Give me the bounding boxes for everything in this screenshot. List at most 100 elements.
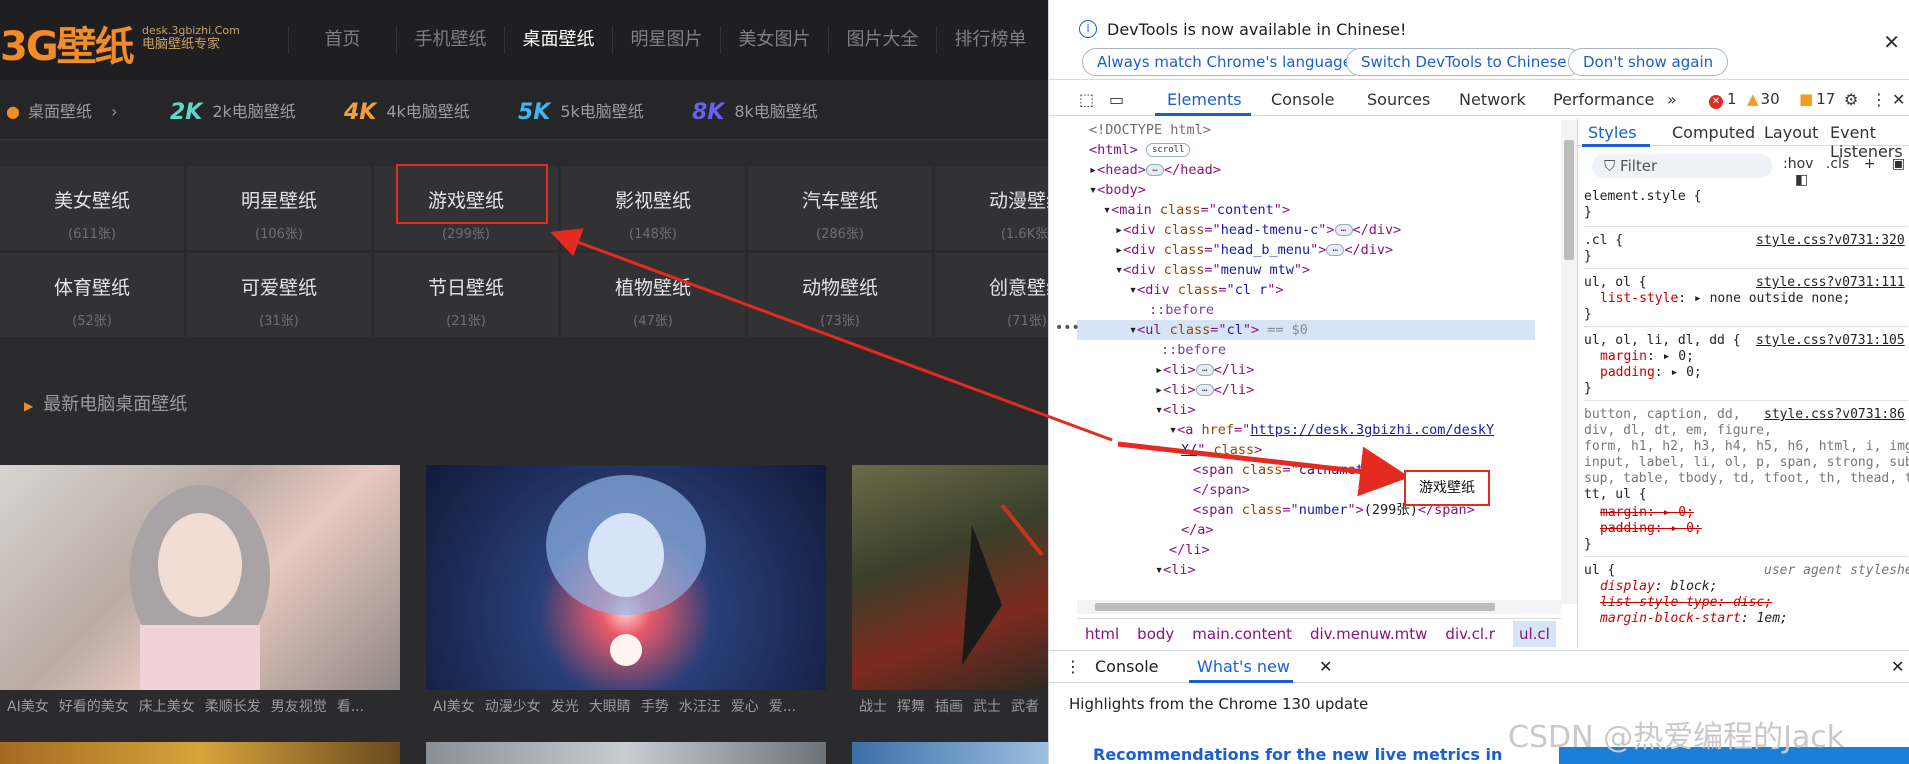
nav-beauty-images[interactable]: 美女图片 xyxy=(720,26,828,54)
collapse-arrow-icon[interactable]: ▾ xyxy=(1155,562,1163,578)
tab-elements[interactable]: Elements xyxy=(1167,90,1242,109)
device-toolbar-icon[interactable]: ▭ xyxy=(1109,90,1124,109)
wallpaper-card[interactable]: 战士 挥舞 插画 武士 武者 xyxy=(852,465,1048,725)
kebab-menu-icon[interactable]: ⋮ xyxy=(1871,90,1887,109)
drawer-menu-icon[interactable]: ⋮ xyxy=(1065,657,1081,676)
tag[interactable]: 水汪汪 xyxy=(679,699,721,715)
dom-line[interactable]: </a> xyxy=(1181,520,1214,540)
rule-selector[interactable]: element.style { xyxy=(1584,188,1701,205)
line-more-icon[interactable]: ••• xyxy=(1055,320,1080,336)
dom-line[interactable]: ▾<li> xyxy=(1155,400,1196,420)
collapse-arrow-icon[interactable]: ▾ xyxy=(1103,202,1111,218)
dom-line[interactable]: ▸<div class="head_b_menu">… </div> xyxy=(1115,240,1393,260)
dont-show-again-button[interactable]: Don't show again xyxy=(1568,48,1729,76)
category-tile[interactable]: 节日壁纸 (21张) xyxy=(374,253,558,337)
paint-icon[interactable]: ▣ xyxy=(1892,156,1905,172)
category-tile[interactable]: 体育壁纸 (52张) xyxy=(0,253,184,337)
error-count[interactable]: ✕ 1 xyxy=(1709,90,1737,109)
rule-selector[interactable]: ul { xyxy=(1584,562,1615,579)
site-logo[interactable]: 3G壁纸 xyxy=(0,14,135,72)
tab-layout[interactable]: Layout xyxy=(1764,123,1818,142)
tag[interactable]: 发光 xyxy=(551,699,579,715)
ellipsis-icon[interactable]: … xyxy=(1145,164,1164,176)
dom-line[interactable]: ▾<div class="cl r"> xyxy=(1129,280,1283,300)
tab-performance[interactable]: Performance xyxy=(1553,90,1654,109)
styles-filter-input[interactable]: ⛉ Filter xyxy=(1592,154,1772,178)
crumb-div-cl[interactable]: div.cl.r xyxy=(1445,625,1495,643)
css-declaration[interactable]: display: block; xyxy=(1600,578,1717,595)
close-tab-icon[interactable]: ✕ xyxy=(1319,657,1332,676)
tag[interactable]: 武士 xyxy=(973,699,1001,715)
wallpaper-card-partial[interactable] xyxy=(0,742,400,764)
tab-computed[interactable]: Computed xyxy=(1672,123,1755,142)
expand-arrow-icon[interactable]: ▸ xyxy=(1115,242,1123,258)
tab-console[interactable]: Console xyxy=(1271,90,1335,109)
dom-line[interactable]: ▾<body> xyxy=(1089,180,1146,200)
res-link-8k[interactable]: 8K 8k电脑壁纸 xyxy=(692,98,818,125)
nav-star-images[interactable]: 明星图片 xyxy=(612,26,720,54)
dom-line[interactable]: <!DOCTYPE html> xyxy=(1089,120,1211,140)
rule-selector[interactable]: button, caption, dd, xyxy=(1584,406,1741,423)
res-link-4k[interactable]: 4K 4k电脑壁纸 xyxy=(344,98,470,125)
dom-line[interactable]: ::before xyxy=(1149,300,1214,320)
nav-desktop-wallpaper[interactable]: 桌面壁纸 xyxy=(504,26,612,54)
sidebar-toggle-icon[interactable]: ◧ xyxy=(1795,172,1808,188)
rule-source-link[interactable]: style.css?v0731:111 xyxy=(1756,274,1905,291)
expand-arrow-icon[interactable]: ▸ xyxy=(1155,362,1163,378)
category-tile[interactable]: 动物壁纸 (73张) xyxy=(748,253,932,337)
dom-line[interactable]: ▾<main class="content"> xyxy=(1103,200,1290,220)
collapse-arrow-icon[interactable]: ▾ xyxy=(1115,262,1123,278)
expand-arrow-icon[interactable]: ▸ xyxy=(1155,382,1163,398)
tag[interactable]: 挥舞 xyxy=(897,699,925,715)
new-rule-icon[interactable]: + xyxy=(1864,156,1876,172)
category-tile[interactable]: 植物壁纸 (47张) xyxy=(561,253,745,337)
tag[interactable]: 插画 xyxy=(935,699,963,715)
close-devtools-icon[interactable]: ✕ xyxy=(1892,90,1905,109)
rule-selector[interactable]: .cl { xyxy=(1584,232,1623,249)
category-tile[interactable]: 可爱壁纸 (31张) xyxy=(187,253,371,337)
crumb-div-menuw[interactable]: div.menuw.mtw xyxy=(1310,625,1427,643)
category-tile[interactable]: 创意壁纸 (71张) xyxy=(935,253,1048,337)
wallpaper-card-partial[interactable] xyxy=(426,742,826,764)
nav-phone-wallpaper[interactable]: 手机壁纸 xyxy=(396,26,504,54)
ellipsis-icon[interactable]: … xyxy=(1326,244,1345,256)
tag[interactable]: 看... xyxy=(337,699,364,715)
dom-line[interactable]: </li> xyxy=(1169,540,1210,560)
tag[interactable]: 柔顺长发 xyxy=(205,699,261,715)
tag[interactable]: 动漫少女 xyxy=(485,699,541,715)
tag[interactable]: 爱... xyxy=(769,699,796,715)
dom-line[interactable]: ▾<li> xyxy=(1155,560,1196,580)
dom-line[interactable]: </span> xyxy=(1193,480,1250,500)
dom-line[interactable]: ▸<li>… </li> xyxy=(1155,380,1254,400)
tag[interactable]: 男友视觉 xyxy=(271,699,327,715)
collapse-arrow-icon[interactable]: ▾ xyxy=(1169,422,1177,438)
close-infobar-icon[interactable]: ✕ xyxy=(1883,30,1900,54)
dom-line-selected[interactable]: ▾<ul class="cl"> == $0 xyxy=(1077,320,1535,340)
scrollbar-thumb[interactable] xyxy=(1095,603,1495,611)
collapse-arrow-icon[interactable]: ▾ xyxy=(1129,282,1137,298)
category-tile[interactable]: 明星壁纸 (106张) xyxy=(187,166,371,250)
css-declaration[interactable]: list-style: ▸ none outside none; xyxy=(1600,290,1850,307)
css-declaration-overridden[interactable]: margin: ▸ 0; xyxy=(1600,504,1694,521)
inspect-element-icon[interactable]: ⬚ xyxy=(1079,90,1094,109)
rule-source-link[interactable]: style.css?v0731:105 xyxy=(1756,332,1905,349)
tag[interactable]: 武者 xyxy=(1011,699,1039,715)
tag[interactable]: 手势 xyxy=(641,699,669,715)
crumb-main[interactable]: main.content xyxy=(1192,625,1292,643)
collapse-arrow-icon[interactable]: ▾ xyxy=(1129,322,1137,338)
wallpaper-card[interactable]: AI美女 动漫少女 发光 大眼睛 手势 水汪汪 爱心 爱... xyxy=(426,465,826,725)
crumb-ul-cl[interactable]: ul.cl xyxy=(1512,621,1556,647)
css-declaration-overridden[interactable]: padding: ▸ 0; xyxy=(1600,520,1702,537)
cls-toggle[interactable]: .cls xyxy=(1826,156,1849,172)
crumb-html[interactable]: html xyxy=(1085,625,1119,643)
more-tabs-icon[interactable]: » xyxy=(1667,90,1677,109)
ellipsis-icon[interactable]: … xyxy=(1334,224,1353,236)
css-declaration[interactable]: padding: ▸ 0; xyxy=(1600,364,1702,381)
match-language-button[interactable]: Always match Chrome's language xyxy=(1082,48,1367,76)
wallpaper-image[interactable] xyxy=(426,465,826,690)
tag[interactable]: AI美女 xyxy=(7,699,49,715)
href-link-cont[interactable]: X/ xyxy=(1181,442,1197,458)
tab-styles[interactable]: Styles xyxy=(1588,123,1637,142)
tab-network[interactable]: Network xyxy=(1459,90,1526,109)
tab-sources[interactable]: Sources xyxy=(1367,90,1430,109)
